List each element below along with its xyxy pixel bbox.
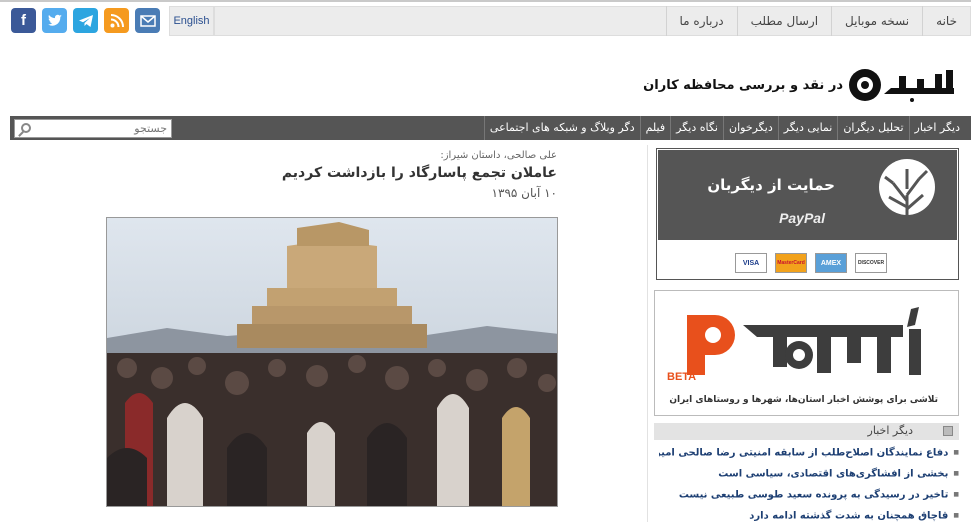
top-nav: خانه نسخه موبایل ارسال مطلب درباره ما <box>214 6 971 36</box>
other-news-list: دفاع نمایندگان اصلاح‌طلب از سابقه امنیتی… <box>659 442 959 522</box>
top-bar: f English خانه نسخه موبایل ارسال مطلب در… <box>0 0 971 42</box>
list-item[interactable]: قاچاق همچنان به شدت گذشته ادامه دارد <box>659 505 959 522</box>
english-link[interactable]: English <box>169 6 214 36</box>
section-flag-icon <box>943 426 953 436</box>
payment-cards: VISA MasterCard AMEX DISCOVER <box>735 253 887 273</box>
ostan-ad-banner[interactable]: BETA تلاشی برای پوشش اخبار استان‌ها، شهر… <box>654 290 959 416</box>
site-tagline: در نقد و بررسی محافظه کاران <box>643 78 843 93</box>
category-bar: دیگر اخبار تحلیل دیگران نمایی دیگر دیگرخ… <box>10 116 971 140</box>
facebook-icon[interactable]: f <box>11 8 36 33</box>
search-icon[interactable] <box>21 123 31 133</box>
social-icons: f <box>11 8 160 33</box>
sidebar-divider <box>647 145 648 522</box>
list-item[interactable]: دفاع نمایندگان اصلاح‌طلب از سابقه امنیتی… <box>659 442 959 463</box>
ostan-logo <box>687 307 921 375</box>
nav-about[interactable]: درباره ما <box>665 6 737 36</box>
support-paypal-banner[interactable]: حمایت از دیگربان PayPal VISA MasterCard … <box>656 148 959 280</box>
twitter-icon[interactable] <box>42 8 67 33</box>
discover-icon: DISCOVER <box>855 253 887 273</box>
mail-icon[interactable] <box>135 8 160 33</box>
visa-icon: VISA <box>735 253 767 273</box>
beta-label: BETA <box>667 371 697 383</box>
amex-icon: AMEX <box>815 253 847 273</box>
telegram-icon[interactable] <box>73 8 98 33</box>
category-item[interactable]: تحلیل دیگران <box>837 116 908 140</box>
category-item[interactable]: نگاه دیگر <box>670 116 723 140</box>
search-box <box>14 119 172 138</box>
site-logo[interactable] <box>846 66 960 104</box>
article-photo[interactable] <box>106 217 558 507</box>
support-banner-panel: حمایت از دیگربان PayPal <box>658 150 957 240</box>
top-border <box>0 0 971 2</box>
article-byline: علی صالحی، داستان شیراز: <box>440 150 557 161</box>
search-input[interactable] <box>37 121 167 136</box>
category-item[interactable]: فیلم <box>639 116 671 140</box>
rss-icon[interactable] <box>104 8 129 33</box>
list-item[interactable]: بخشی از افشاگری‌های اقتصادی، سیاسی است <box>659 463 959 484</box>
mastercard-icon: MasterCard <box>775 253 807 273</box>
article-date: ۱۰ آبان ۱۳۹۵ <box>491 186 557 200</box>
list-item[interactable]: تاخیر در رسیدگی به پرونده سعید طوسی طبیع… <box>659 484 959 505</box>
pasargad-crowd-image <box>107 218 557 506</box>
other-news-header: دیگر اخبار <box>654 423 959 440</box>
category-list: دیگر اخبار تحلیل دیگران نمایی دیگر دیگرخ… <box>483 116 965 140</box>
paypal-logo: PayPal <box>779 210 825 226</box>
nav-mobile[interactable]: نسخه موبایل <box>831 6 922 36</box>
other-news-title: دیگر اخبار <box>867 424 913 437</box>
support-title: حمایت از دیگربان <box>707 176 835 194</box>
category-item[interactable]: دگر وبلاگ و شبکه های اجتماعی <box>483 116 640 140</box>
category-item[interactable]: دیگرخوان <box>723 116 778 140</box>
category-item[interactable]: دیگر اخبار <box>908 116 965 140</box>
nav-home[interactable]: خانه <box>922 6 970 36</box>
nav-submit[interactable]: ارسال مطلب <box>736 6 831 36</box>
tree-icon <box>879 159 935 233</box>
category-item[interactable]: نمایی دیگر <box>777 116 838 140</box>
ad-description: تلاشی برای پوشش اخبار استان‌ها، شهرها و … <box>669 395 938 405</box>
article-title[interactable]: عاملان تجمع پاسارگاد را بازداشت کردیم <box>282 165 557 181</box>
